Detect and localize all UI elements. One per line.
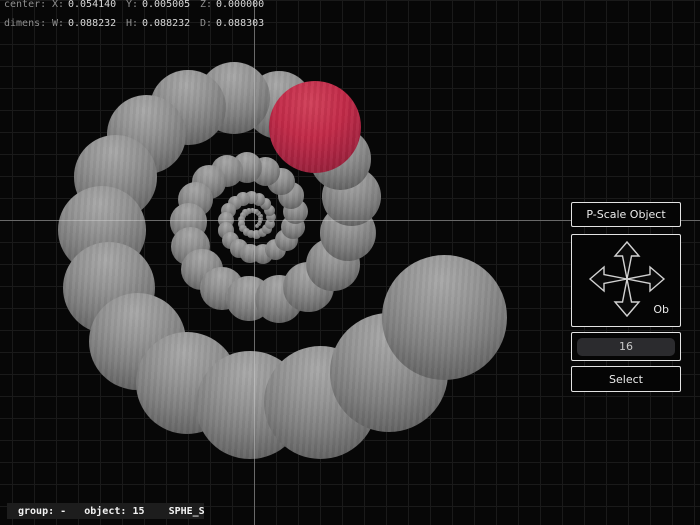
h-key: H: (126, 14, 142, 33)
dimens-label: dimens: (4, 14, 52, 33)
y-key: Y: (126, 0, 142, 14)
value-input[interactable]: 16 (577, 338, 675, 356)
move-arrow-pad[interactable]: Ob (571, 234, 681, 327)
status-readout: center:X:0.054140Y:0.005005Z:0.000000 di… (4, 0, 274, 33)
object-value: 15 (132, 506, 144, 517)
modeler-window: center:X:0.054140Y:0.005005Z:0.000000 di… (0, 0, 700, 525)
center-readout-row: center:X:0.054140Y:0.005005Z:0.000000 (4, 0, 274, 14)
object-name: SPHE_S (169, 506, 205, 517)
x-value: 0.054140 (68, 0, 126, 14)
ob-mode-label: Ob (653, 303, 669, 316)
crosshair-vertical-line (254, 0, 255, 525)
y-value: 0.005005 (142, 0, 200, 14)
h-value: 0.088232 (142, 14, 200, 33)
z-key: Z: (200, 0, 216, 14)
select-button[interactable]: Select (571, 366, 681, 392)
d-value: 0.088303 (216, 14, 274, 33)
value-box: 16 (571, 332, 681, 361)
z-value: 0.000000 (216, 0, 274, 14)
group-label: group: (18, 506, 54, 517)
selection-status-bar: group: - object: 15 SPHE_S (7, 503, 204, 519)
x-key: X: (52, 0, 68, 14)
w-value: 0.088232 (68, 14, 126, 33)
dimens-readout-row: dimens:W:0.088232H:0.088232D:0.088303 (4, 14, 274, 33)
center-label: center: (4, 0, 52, 14)
w-key: W: (52, 14, 68, 33)
d-key: D: (200, 14, 216, 33)
selected-sphere-object[interactable] (269, 81, 361, 173)
tool-panel: P-Scale Object Ob 16 Select (571, 202, 681, 392)
p-scale-object-label: P-Scale Object (586, 208, 665, 221)
object-label: object: (84, 506, 126, 517)
p-scale-object-button[interactable]: P-Scale Object (571, 202, 681, 227)
select-button-label: Select (609, 373, 643, 386)
sphere-object[interactable] (382, 255, 507, 380)
